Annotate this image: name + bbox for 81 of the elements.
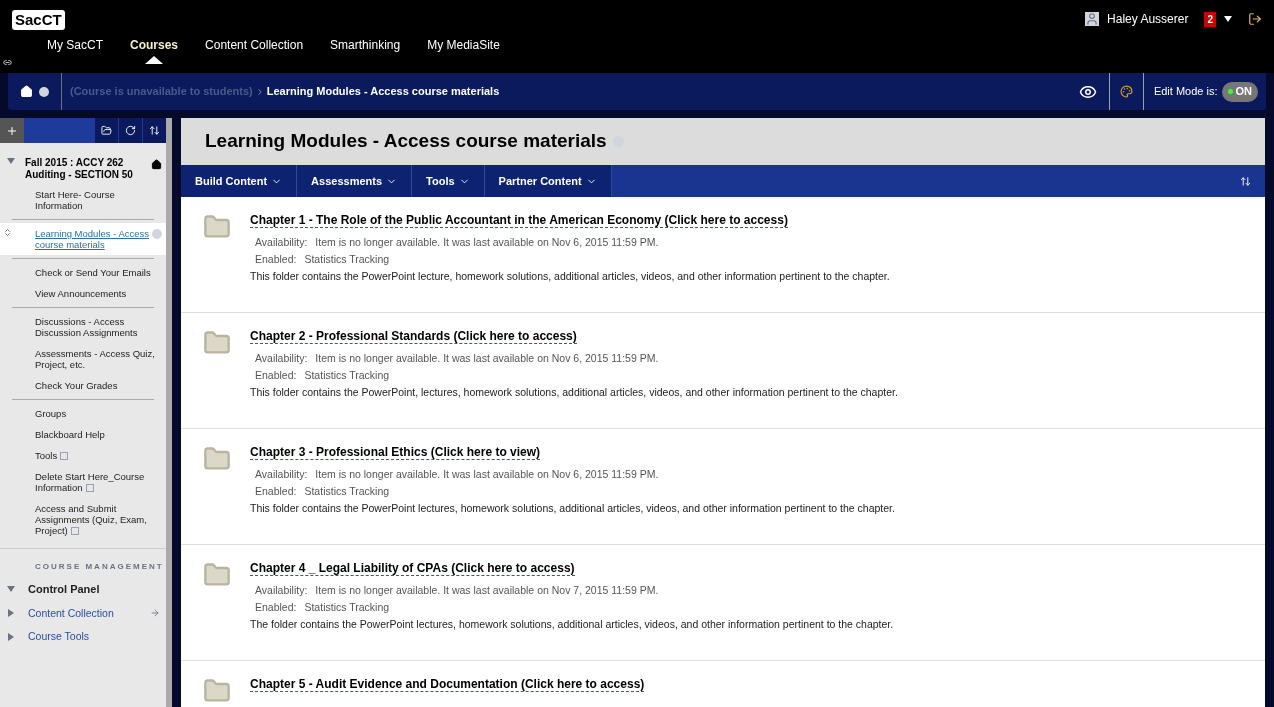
reorder-handle-icon[interactable] [3,228,12,237]
item-title-link[interactable]: Chapter 5 - Audit Evidence and Documentation (Click here to access) [250,677,645,692]
control-panel-link[interactable]: Control Panel [28,581,100,598]
folder-icon[interactable] [101,125,112,136]
availability-text: Item is no longer available. It was last available on Nov 6, 2015 11:59 PM. [315,351,659,366]
availability-text: Item is no longer available. It was last available on Nov 6, 2015 11:59 PM. [315,467,659,482]
control-panel-item[interactable]: Content Collection [28,605,114,622]
course-menu-item[interactable]: Check Your Grades [0,375,166,396]
enabled-text: Statistics Tracking [304,367,390,383]
course-menu-item[interactable]: View Announcements [0,283,166,304]
item-description: This folder contains the PowerPoint, lectures, homework solutions, additional articles, videos, and other information pertinent to the chapter. [250,384,898,400]
field-label: Enabled: [255,483,297,499]
field-label: Enabled: [255,599,297,615]
edit-mode-label: Edit Mode is: [1153,84,1218,100]
edit-mode-toggle[interactable]: ON [1221,81,1258,102]
field-label: Enabled: [255,367,297,383]
course-menu-item[interactable]: Access and Submit Assignments (Quiz, Exam, Project) [0,498,166,541]
arrow-right-icon[interactable] [150,608,160,619]
enabled-text: Statistics Tracking [304,251,390,267]
enabled-text: Statistics Tracking [304,599,390,615]
folder-icon [201,329,233,357]
add-icon[interactable] [6,124,18,137]
expanded-triangle-icon[interactable] [7,585,15,594]
refresh-icon[interactable] [125,125,136,136]
link-icon [3,58,12,67]
collapsed-triangle-icon[interactable] [7,633,15,642]
section-heading: COURSE MANAGEMENT [34,561,165,573]
breadcrumb-link[interactable]: Learning Modules - Access course materials [266,83,500,100]
action-menu-button[interactable]: Assessments [297,165,413,197]
expanded-triangle-icon[interactable] [7,157,15,165]
home-icon[interactable] [151,159,162,170]
action-menu-button[interactable]: Build Content [181,165,298,197]
nav-tab[interactable]: My SacCT [47,34,103,64]
course-menu-item[interactable]: Check or Send Your Emails [0,262,166,283]
course-menu-item[interactable]: Blackboard Help [0,424,166,445]
avatar-icon [1085,12,1100,26]
folder-icon [201,561,233,589]
course-status: (Course is unavailable to students) [70,84,253,100]
field-label: Availability: [255,467,308,482]
nav-tab[interactable]: Courses [130,34,179,64]
palette-icon[interactable] [1119,85,1133,98]
nav-tab[interactable]: Smarthinking [330,34,401,64]
item-title-link[interactable]: Chapter 3 - Professional Ethics (Click here to view) [250,445,541,460]
availability-text: Item is no longer available. It was last available on Nov 6, 2015 11:59 PM. [315,235,659,250]
course-menu-item[interactable]: Delete Start Here_Course Information [0,466,166,498]
field-label: Enabled: [255,251,297,267]
item-description: This folder contains the PowerPoint lectures, homework solutions, additional articles, videos, and other information pertinent to the chapter. [250,500,895,516]
collapsed-triangle-icon[interactable] [7,609,15,618]
folder-icon [201,677,233,705]
item-title-link[interactable]: Chapter 2 - Professional Standards (Click here to access) [250,329,577,344]
enabled-text: Statistics Tracking [304,483,390,499]
folder-icon [201,213,233,241]
folder-icon [201,445,233,473]
sort-icon[interactable] [1240,175,1251,187]
course-title[interactable]: Fall 2015 : ACCY 262 Auditing - SECTION 50 [25,157,143,181]
caret-icon[interactable] [1224,15,1232,23]
action-menu-button[interactable]: Partner Content [484,165,612,197]
field-label: Availability: [255,351,308,366]
availability-text: Item is no longer available. It was last available on Nov 7, 2015 11:59 PM. [315,583,659,598]
logout-icon[interactable] [1248,12,1262,26]
item-description: This folder contains the PowerPoint lecture, homework solutions, additional articles, videos, and other information pertinent to the chapter. [250,268,890,284]
notification-badge[interactable]: 2 [1204,11,1216,27]
field-label: Availability: [255,235,308,250]
course-menu-item[interactable]: Discussions - Access Discussion Assignments [0,311,166,343]
page-title: Learning Modules - Access course materials [205,129,607,154]
course-menu-item[interactable]: Tools [0,445,166,466]
nav-tab[interactable]: Content Collection [205,34,304,64]
logo[interactable]: SacCT [12,10,65,30]
item-description: The folder contains the PowerPoint lectures, homework solutions, additional articles, videos, and other information pertinent to the chapter. [250,616,894,632]
user-name[interactable]: Haley Ausserer [1107,10,1189,28]
course-menu-item[interactable]: Learning Modules - Access course materials [0,223,166,255]
action-menu-button[interactable]: Tools [412,165,485,197]
item-title-link[interactable]: Chapter 1 - The Role of the Public Accountant in the American Economy (Click here to access) [250,213,788,228]
course-menu-item[interactable]: Assessments - Access Quiz, Project, etc. [0,343,166,375]
course-menu-item[interactable]: Start Here- Course Information [0,184,166,216]
item-title-link[interactable]: Chapter 4 _ Legal Liability of CPAs (Click here to access) [250,561,575,576]
course-menu-item[interactable]: Groups [0,403,166,424]
sort-icon[interactable] [149,125,160,136]
field-label: Availability: [255,583,308,598]
control-panel-item[interactable]: Course Tools [28,629,90,645]
nav-tab[interactable]: My MediaSite [427,34,500,64]
